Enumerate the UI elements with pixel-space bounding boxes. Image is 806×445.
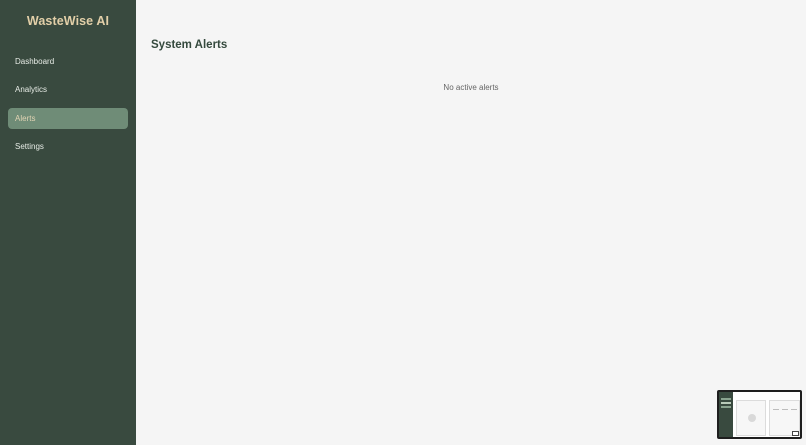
preview-sidebar-bar [721, 406, 731, 408]
sidebar-item-dashboard[interactable]: Dashboard [8, 51, 128, 72]
sidebar-item-settings[interactable]: Settings [8, 136, 128, 157]
sidebar-nav: Dashboard Analytics Alerts Settings [8, 51, 128, 164]
preview-corner-icon [792, 431, 799, 436]
page-title: System Alerts [151, 39, 228, 51]
sidebar-item-analytics[interactable]: Analytics [8, 79, 128, 100]
preview-line [773, 409, 779, 410]
app-window: WasteWise AI Dashboard Analytics Alerts … [0, 0, 806, 445]
sidebar: WasteWise AI Dashboard Analytics Alerts … [0, 0, 136, 445]
preview-card [736, 400, 766, 436]
preview-line [782, 409, 788, 410]
window-preview-thumbnail[interactable] [717, 390, 802, 439]
empty-state-message: No active alerts [443, 83, 499, 92]
main-content: System Alerts No active alerts [136, 0, 806, 445]
preview-sidebar [719, 392, 733, 437]
sidebar-item-alerts[interactable]: Alerts [8, 107, 128, 129]
preview-line [791, 409, 797, 410]
brand-logo-text: WasteWise AI [26, 14, 110, 28]
preview-sidebar-bar [721, 398, 731, 400]
preview-sidebar-bar [721, 402, 731, 404]
preview-circle-icon [748, 414, 756, 422]
